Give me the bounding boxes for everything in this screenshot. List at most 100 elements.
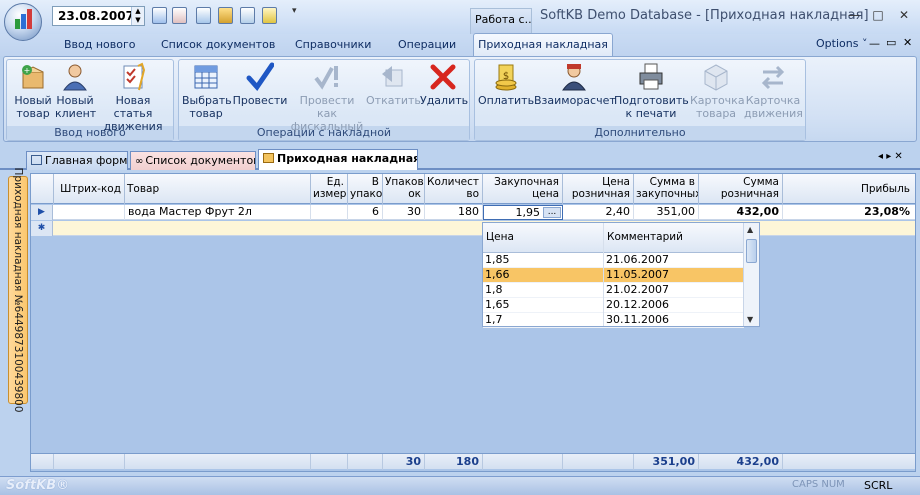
dropdown-item[interactable]: 1,65 20.12.2006 [483,298,744,313]
button-label: Новый [14,94,52,107]
app-menu-orb-icon[interactable] [4,3,42,41]
dropdown-price: 1,85 [485,253,510,266]
cell-product[interactable]: вода Мастер Фрут 2л [125,205,311,220]
pay-button[interactable]: $ Оплатить [478,62,534,107]
col-product[interactable]: Товар [125,174,311,204]
current-row-indicator-icon: ▶ [31,205,53,220]
dropdown-col-price[interactable]: Цена [486,231,514,243]
cell-in-pack[interactable]: 6 [348,205,383,220]
table-grid-icon [194,65,218,89]
doc-tab-main-form[interactable]: Главная форма [26,151,128,170]
minimize-button[interactable]: — [846,8,862,24]
qat-transfer-icon[interactable] [240,7,255,24]
qat-document-icon[interactable] [172,7,187,24]
totals-row: 30 180 351,00 432,00 [31,453,915,470]
tab-spisok-dokumentov[interactable]: Список документов [161,38,275,51]
mdi-minimize-button[interactable]: — [869,37,880,50]
cell-retail-price[interactable]: 2,40 [563,205,634,220]
tab-spravochniki[interactable]: Справочники [295,38,371,51]
dropdown-scrollbar[interactable]: ▲ ▼ [743,223,759,326]
dropdown-column-divider [603,223,604,326]
dropdown-comment: 11.05.2007 [606,268,669,281]
purchase-price-editor[interactable]: 1,95 ... [483,205,563,220]
button-label: товар [16,107,50,120]
cell-quantity[interactable]: 180 [425,205,483,220]
col-quantity[interactable]: Количест во [425,174,483,204]
cell-sum-retail[interactable]: 432,00 [699,205,783,220]
col-retail-price[interactable]: Цена розничная [563,174,634,204]
movement-card-button[interactable]: Карточка движения [744,62,803,120]
col-sum-retail[interactable]: Сумма розничная [699,174,783,204]
cell-packs[interactable]: 30 [383,205,425,220]
cell-unit[interactable] [311,205,348,220]
dropdown-header: Цена Комментарий [483,223,744,253]
close-button[interactable]: ✕ [896,8,912,24]
cell-sum-purchase[interactable]: 351,00 [634,205,699,220]
settlement-button[interactable]: Взаиморасчет [534,62,616,107]
dropdown-item[interactable]: 1,8 21.02.2007 [483,283,744,298]
delete-button[interactable]: Удалить [420,62,468,107]
tab-operacii[interactable]: Операции [398,38,456,51]
button-label: Карточка [745,94,801,107]
tab-prihodnaya-nakladnaya[interactable]: Приходная накладная [473,33,613,57]
invoice-side-label[interactable]: Приходная накладная №6449873100439800 [8,167,28,413]
scroll-lock-indicator: SCRL [864,479,893,492]
qat-export-icon[interactable] [196,7,211,24]
doc-tab-document-list[interactable]: ∞ Список документов [130,151,256,170]
box-plus-icon: + [22,65,44,89]
post-button[interactable]: Провести [232,62,288,107]
post-fiscal-button[interactable]: Провести как фискальный [290,62,364,133]
tab-vvod-novogo[interactable]: Ввод нового [64,38,136,51]
options-menu[interactable]: Options ˅ [816,37,867,50]
dropdown-comment: 21.02.2007 [606,283,669,296]
dropdown-price: 1,7 [485,313,503,326]
qat-tools-icon[interactable] [218,7,233,24]
print-prepare-button[interactable]: Подготовить к печати [614,62,689,120]
softkb-logo: SoftKB® [6,478,70,493]
dropdown-comment: 20.12.2006 [606,298,669,311]
col-packs[interactable]: Упаков ок [383,174,425,204]
date-spinner[interactable]: ▲ ▼ [131,7,144,25]
totals-indicator [31,454,54,470]
check-exclaim-icon [314,66,338,90]
doc-tab-incoming-invoice[interactable]: Приходная накладная [258,149,418,170]
dropdown-item[interactable]: 1,7 30.11.2006 [483,313,744,328]
maximize-button[interactable]: □ [870,8,886,24]
dropdown-item[interactable]: 1,85 21.06.2007 [483,253,744,268]
cell-barcode[interactable] [54,205,125,220]
button-label: Откатить [366,94,421,107]
product-card-button[interactable]: Карточка товара [690,62,745,120]
handshake-person-icon [562,64,586,91]
purchase-price-value: 1,95 [515,206,541,219]
dropdown-item-selected[interactable]: 1,66 11.05.2007 [483,268,744,283]
price-history-dropdown[interactable]: Цена Комментарий 1,85 21.06.2007 1,66 11… [482,222,760,328]
scroll-up-icon[interactable]: ▲ [747,225,753,234]
button-label: фискальный [290,120,364,133]
new-client-button[interactable]: Новый клиент [55,62,96,120]
rollback-button[interactable]: Откатить [366,62,421,107]
col-profit[interactable]: Прибыль [783,174,913,204]
col-barcode[interactable]: Штрих-код [54,174,125,204]
mdi-close-button[interactable]: ✕ [903,36,912,49]
table-row[interactable]: вода Мастер Фрут 2л 6 30 180 2,40 351,00… [31,205,915,220]
col-unit[interactable]: Ед. измер [311,174,348,204]
doc-tab-nav-buttons[interactable]: ◂ ▸ ✕ [878,151,903,162]
scroll-thumb[interactable] [746,239,757,263]
qat-customize-icon[interactable]: ▾ [292,6,297,16]
select-product-button[interactable]: Выбрать товар [182,62,232,120]
price-lookup-button[interactable]: ... [543,207,561,218]
qat-journal-icon[interactable] [152,7,167,24]
scroll-down-icon[interactable]: ▼ [747,315,753,324]
col-sum-purchase[interactable]: Сумма в закупочных [634,174,699,204]
date-field[interactable]: 23.08.2007 ▲ ▼ [52,6,145,26]
col-in-pack[interactable]: В упако [348,174,383,204]
col-purchase-price[interactable]: Закупочная цена [483,174,563,204]
svg-text:+: + [24,66,31,75]
qat-notes-icon[interactable] [262,7,277,24]
new-row[interactable] [31,221,915,236]
cell-profit[interactable]: 23,08% [783,205,913,220]
new-movement-item-button[interactable]: Новая статья движения [96,62,170,133]
new-product-button[interactable]: + Новый товар [12,62,54,120]
mdi-restore-button[interactable]: ▭ [886,36,896,49]
dropdown-col-comment[interactable]: Комментарий [607,231,683,243]
